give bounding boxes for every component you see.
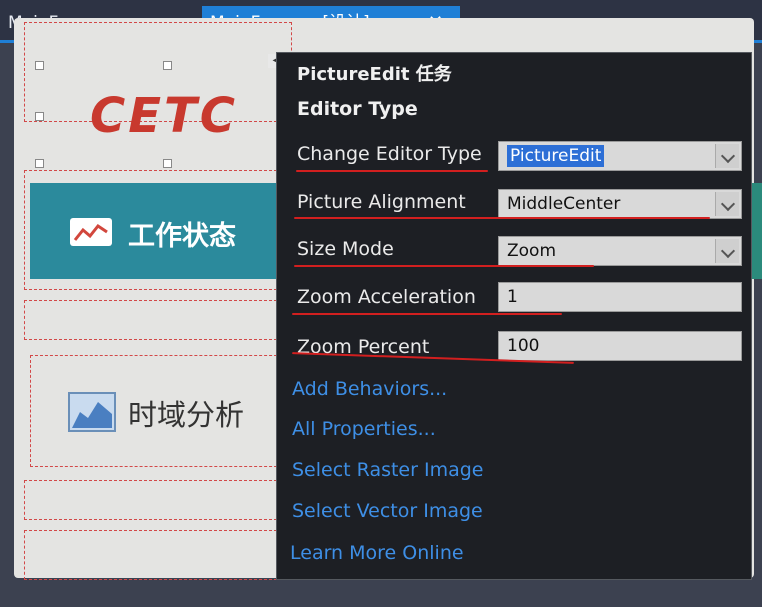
selected-value: PictureEdit	[507, 145, 605, 167]
smart-tag-title: PictureEdit 任务	[297, 64, 452, 85]
analysis-panel-label: 时域分析	[128, 398, 245, 432]
annotation-underline	[294, 265, 594, 267]
size-mode-dropdown[interactable]: Zoom	[498, 236, 742, 266]
chevron-down-icon[interactable]	[715, 144, 739, 168]
picture-alignment-dropdown[interactable]: MiddleCenter	[498, 189, 742, 219]
panel-border	[24, 530, 292, 580]
selected-value: Zoom	[507, 241, 557, 261]
annotation-underline	[294, 217, 710, 219]
zoom-acceleration-input[interactable]: 1	[498, 282, 742, 312]
resize-handle[interactable]	[163, 159, 172, 168]
line-chart-icon	[70, 218, 112, 246]
zoom-percent-input[interactable]: 100	[498, 331, 742, 361]
select-raster-image-link[interactable]: Select Raster Image	[292, 459, 483, 481]
resize-handle[interactable]	[163, 61, 172, 70]
annotation-underline	[296, 170, 488, 172]
add-behaviors-link[interactable]: Add Behaviors...	[292, 378, 447, 400]
select-vector-image-link[interactable]: Select Vector Image	[292, 500, 483, 522]
size-mode-label: Size Mode	[297, 238, 394, 260]
area-chart-icon	[68, 392, 116, 432]
resize-handle[interactable]	[35, 112, 44, 121]
field-value: 100	[507, 336, 540, 356]
chevron-down-icon[interactable]	[715, 239, 739, 263]
all-properties-link[interactable]: All Properties...	[292, 418, 436, 440]
field-value: 1	[507, 287, 518, 307]
selected-value: MiddleCenter	[507, 194, 621, 214]
zoom-acceleration-label: Zoom Acceleration	[297, 286, 476, 308]
status-panel-label: 工作状态	[128, 221, 236, 252]
resize-handle[interactable]	[35, 61, 44, 70]
cetc-logo: CETC	[90, 88, 238, 144]
panel-border	[24, 480, 292, 520]
learn-more-online-link[interactable]: Learn More Online	[290, 542, 464, 564]
resize-handle[interactable]	[35, 159, 44, 168]
chevron-down-icon[interactable]	[715, 192, 739, 216]
annotation-underline	[292, 313, 562, 315]
panel-border	[24, 300, 292, 340]
picture-alignment-label: Picture Alignment	[297, 191, 466, 213]
change-editor-type-label: Change Editor Type	[297, 143, 482, 165]
section-header-editor-type: Editor Type	[297, 98, 418, 120]
change-editor-type-dropdown[interactable]: PictureEdit	[498, 141, 742, 171]
